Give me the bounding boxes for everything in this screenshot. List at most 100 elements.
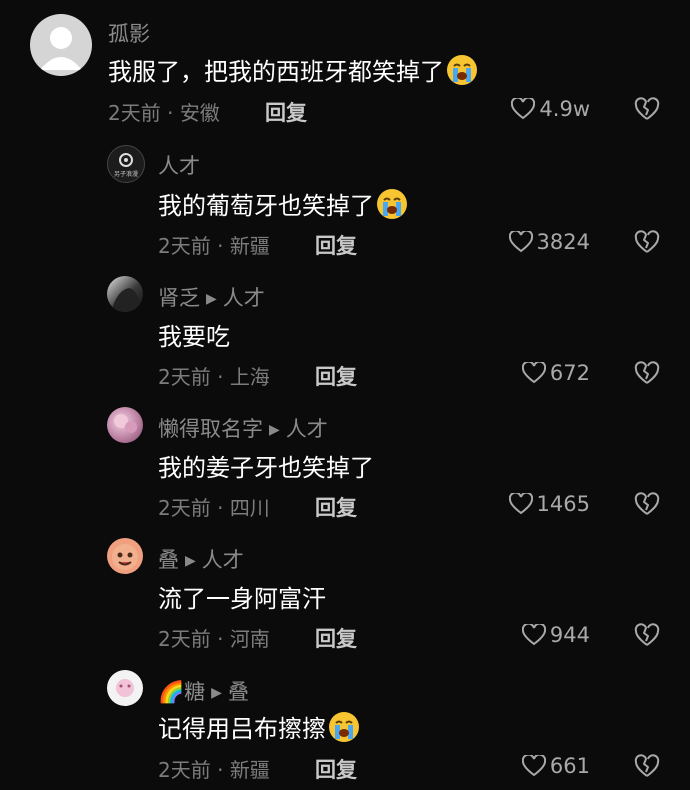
like-count: 4.9w [539,97,590,121]
comment-meta: 2天前 · 新疆 [158,754,270,783]
comment-meta: 2天前 · 安徽 [108,97,220,126]
comment-text: 我要吃 [158,323,230,351]
avatar[interactable] [107,538,143,574]
reply-arrow-icon: ▶ [269,422,280,438]
like-count: 1465 [536,492,590,516]
reply-arrow-icon: ▶ [206,291,217,307]
comment-location: 安徽 [179,101,220,125]
avatar[interactable]: 另子浪漫 [107,145,145,183]
comment-text: 我服了，把我的西班牙都笑掉了 [108,52,478,89]
comment-time: 2天前 [158,627,211,651]
broken-heart-icon [634,492,660,515]
heart-outline-icon [521,624,546,646]
dislike-button[interactable] [634,754,662,780]
broken-heart-icon [634,623,660,646]
username-text: 🌈糖 [158,680,206,704]
meta-separator: · [210,627,230,651]
meta-separator: · [160,101,180,125]
username[interactable]: 孤影 [108,18,150,48]
meta-separator: · [210,496,230,520]
dislike-button[interactable] [634,230,662,256]
reply-to-username: 人才 [285,417,328,441]
reply-to-username: 人才 [201,548,244,572]
like-button[interactable]: 661 [521,754,590,778]
like-count: 944 [549,623,590,647]
avatar[interactable] [107,670,143,706]
comment-location: 新疆 [229,758,270,782]
comment-meta: 2天前 · 上海 [158,361,270,390]
comment-time: 2天前 [158,365,211,389]
like-count: 672 [549,361,590,385]
comment-meta: 2天前 · 新疆 [158,230,270,259]
username[interactable]: 肾乏 ▶ 人才 [158,282,265,312]
meta-separator: · [210,365,230,389]
like-count: 661 [549,754,590,778]
reply-button[interactable]: 回复 [315,492,357,522]
comment-text-content: 我服了，把我的西班牙都笑掉了 [108,58,444,86]
comment-time: 2天前 [108,101,161,125]
like-button[interactable]: 672 [521,361,590,385]
avatar-label: 另子浪漫 [113,171,138,178]
loudly-crying-face-icon [328,711,360,743]
comment-meta: 2天前 · 河南 [158,623,270,652]
broken-heart-icon [634,230,660,253]
avatar-image [111,288,141,312]
dislike-button[interactable] [634,492,662,518]
like-count: 3824 [536,230,590,254]
comment-location: 上海 [229,365,270,389]
username-text: 肾乏 [158,286,200,310]
reply-arrow-icon: ▶ [185,553,196,569]
comment-location: 四川 [229,496,270,520]
broken-heart-icon [634,97,660,120]
comment-time: 2天前 [158,234,211,258]
avatar-image [112,544,138,570]
loudly-crying-face-icon [446,54,478,86]
avatar[interactable] [30,14,92,76]
like-button[interactable]: 4.9w [511,97,590,121]
avatar-image [114,414,137,433]
comment-text: 我的姜子牙也笑掉了 [158,454,374,482]
avatar[interactable] [107,407,143,443]
reply-arrow-icon: ▶ [211,685,222,701]
comment-text: 记得用吕布擦擦 [158,709,360,746]
username[interactable]: 叠 ▶ 人才 [158,544,244,574]
reply-to-username: 叠 [227,680,249,704]
username[interactable]: 懒得取名字 ▶ 人才 [158,413,328,443]
reply-button[interactable]: 回复 [315,754,357,784]
heart-outline-icon [508,493,533,515]
heart-outline-icon [508,231,533,253]
broken-heart-icon [634,361,660,384]
comment-time: 2天前 [158,758,211,782]
default-user-icon [40,27,82,70]
broken-heart-icon [634,754,660,777]
comment-text-content: 记得用吕布擦擦 [158,715,326,743]
like-button[interactable]: 3824 [508,230,590,254]
avatar[interactable] [107,276,143,312]
username-text: 懒得取名字 [158,417,263,441]
comment-location: 新疆 [229,234,270,258]
reply-button[interactable]: 回复 [265,97,307,127]
comment-text-content: 我的葡萄牙也笑掉了 [158,192,374,220]
meta-separator: · [210,234,230,258]
reply-button[interactable]: 回复 [315,623,357,653]
reply-button[interactable]: 回复 [315,361,357,391]
loudly-crying-face-icon [376,188,408,220]
username[interactable]: 人才 [158,150,200,180]
heart-outline-icon [521,362,546,384]
comment-time: 2天前 [158,496,211,520]
heart-outline-icon [511,98,536,120]
username[interactable]: 🌈糖 ▶ 叠 [158,676,249,706]
comment-text: 我的葡萄牙也笑掉了 [158,186,408,223]
reply-button[interactable]: 回复 [315,230,357,260]
reply-to-username: 人才 [222,286,265,310]
dislike-button[interactable] [634,97,662,123]
like-button[interactable]: 944 [521,623,590,647]
avatar-image [116,679,134,697]
comment-meta: 2天前 · 四川 [158,492,270,521]
username-text: 叠 [158,548,179,572]
like-button[interactable]: 1465 [508,492,590,516]
dislike-button[interactable] [634,361,662,387]
dislike-button[interactable] [634,623,662,649]
comment-location: 河南 [229,627,270,651]
meta-separator: · [210,758,230,782]
